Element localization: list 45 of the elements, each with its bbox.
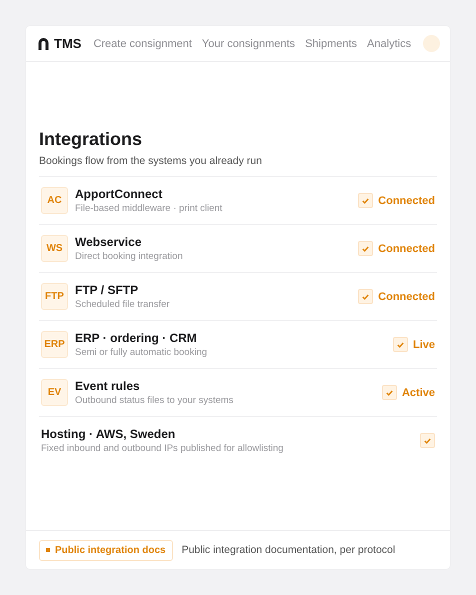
- brand-name: TMS: [54, 36, 82, 51]
- integration-tile: WS: [41, 235, 68, 262]
- status-label: Connected: [378, 290, 435, 302]
- check-icon: [396, 342, 404, 348]
- integration-name: ERP · ordering · CRM: [75, 331, 198, 345]
- nav-link[interactable]: Analytics: [367, 38, 412, 50]
- check-icon: [362, 198, 370, 204]
- square-icon: [46, 548, 50, 552]
- check-icon: [362, 294, 370, 300]
- docs-note: Public integration documentation, per protocol: [182, 544, 396, 556]
- checkbox[interactable]: [358, 289, 374, 304]
- checkbox[interactable]: [382, 385, 397, 400]
- arch-logo-icon: [37, 37, 50, 50]
- check-icon: [386, 390, 393, 396]
- nav-link[interactable]: Your consignments: [202, 38, 296, 50]
- docs-button[interactable]: Public integration docs: [39, 540, 173, 560]
- integration-tile: AC: [41, 187, 68, 214]
- integration-description: Semi or fully automatic booking: [75, 347, 208, 358]
- status-label: Connected: [378, 194, 435, 206]
- nav-link[interactable]: Create consignment: [93, 38, 192, 50]
- integration-name: Webservice: [75, 235, 142, 249]
- integration-description: Direct booking integration: [75, 251, 184, 262]
- page-subtitle: Bookings flow from the systems you already run: [39, 155, 263, 167]
- check-icon: [424, 438, 431, 444]
- integration-name: ApportConnect: [75, 187, 164, 201]
- integration-name: FTP / SFTP: [75, 283, 140, 297]
- status-label: Connected: [378, 242, 435, 254]
- status-label: Live: [412, 338, 435, 350]
- checkbox[interactable]: [392, 337, 408, 352]
- integration-description: Outbound status files to your systems: [75, 395, 234, 406]
- checkbox[interactable]: [420, 433, 435, 448]
- integration-tile: FTP: [41, 283, 68, 310]
- nav-link[interactable]: Shipments: [305, 38, 358, 50]
- status-label: Active: [402, 386, 435, 398]
- check-icon: [362, 246, 370, 252]
- integration-description: Scheduled file transfer: [75, 299, 171, 310]
- integration-description: File-based middleware · print client: [75, 203, 224, 214]
- page-title: Integrations: [39, 129, 144, 150]
- checkbox[interactable]: [358, 193, 374, 208]
- integration-tile: EV: [41, 379, 68, 406]
- integration-name: Event rules: [75, 379, 141, 393]
- integration-name: Hosting · AWS, Sweden: [41, 427, 176, 441]
- integration-tile: ERP: [41, 331, 68, 358]
- checkbox[interactable]: [358, 241, 374, 256]
- integration-description: Fixed inbound and outbound IPs published for allowlisting: [41, 443, 284, 454]
